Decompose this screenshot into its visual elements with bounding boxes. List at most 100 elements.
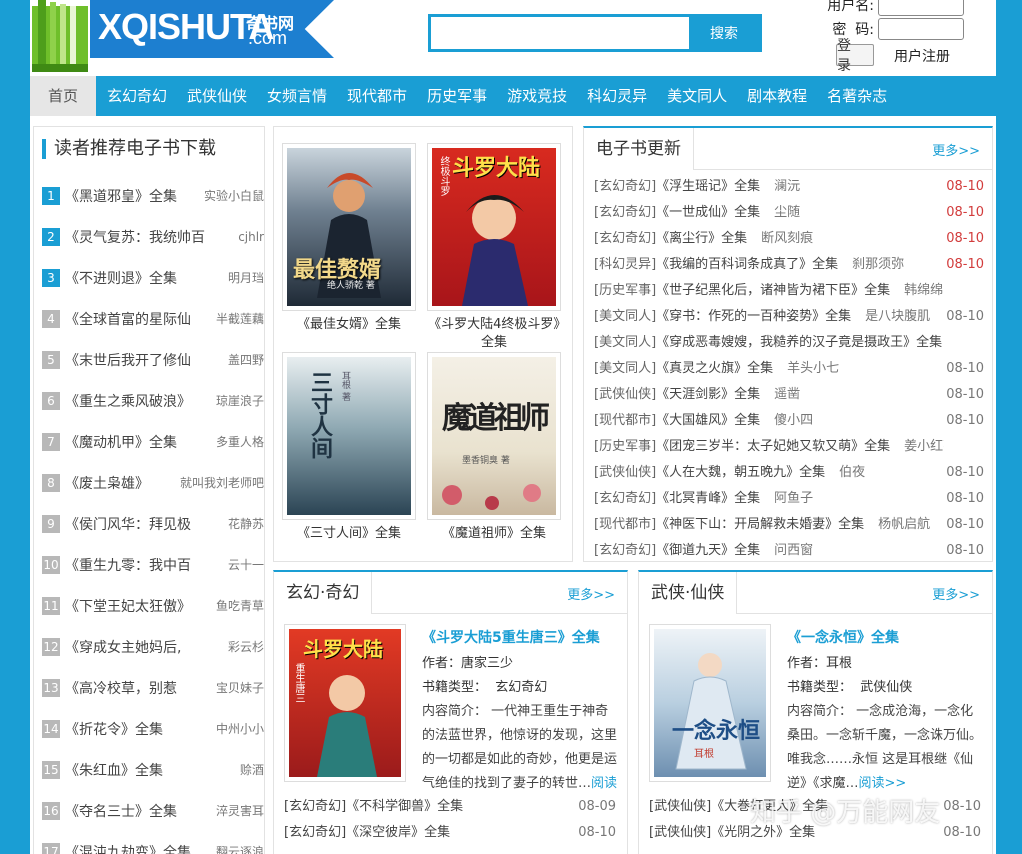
nav-item-dushi[interactable]: 现代都市: [336, 76, 416, 116]
category-tag[interactable]: [美文同人]: [594, 330, 656, 356]
list-item[interactable]: [美文同人] 《穿书：作死的一百种姿势》全集 是八块腹肌 08-10: [594, 304, 984, 330]
category-tag[interactable]: [玄幻奇幻]: [594, 200, 656, 226]
nav-item-nvpin[interactable]: 女频言情: [256, 76, 336, 116]
category-tag[interactable]: [现代都市]: [594, 512, 656, 538]
list-item[interactable]: [美文同人] 《穿成恶毒嫂嫂，我糙养的汉子竟是摄政王》全集: [594, 330, 984, 356]
book-title[interactable]: 《夺名三士》全集: [65, 801, 212, 821]
book-title[interactable]: 《御道九天》全集: [656, 538, 760, 564]
login-button[interactable]: 登 录: [836, 38, 874, 74]
book-title[interactable]: 《魔动机甲》全集: [65, 432, 212, 452]
book-title[interactable]: 《人在大魏，朝五晚九》全集: [656, 460, 825, 486]
category-tag[interactable]: [科幻灵异]: [594, 252, 656, 278]
list-item[interactable]: [现代都市] 《神医下山：开局解救未婚妻》全集 杨帆启航 08-10: [594, 512, 984, 538]
nav-item-kehuan[interactable]: 科幻灵异: [576, 76, 656, 116]
book-title[interactable]: 《侯门风华：拜见极: [65, 514, 224, 534]
list-item[interactable]: [美文同人] 《真灵之火旗》全集 羊头小七 08-10: [594, 356, 984, 382]
book-title[interactable]: 《北冥青峰》全集: [656, 486, 760, 512]
list-item[interactable]: 10 《重生九零：我中百 云十一: [42, 544, 264, 585]
list-item[interactable]: 4 《全球首富的星际仙 半截莲藕: [42, 298, 264, 339]
category-tag[interactable]: [玄幻奇幻]: [594, 174, 656, 200]
list-item[interactable]: [玄幻奇幻]《不科学御兽》全集 08-09: [284, 794, 616, 820]
cover-card[interactable]: 三寸人间 耳根 著 《三寸人间》全集: [282, 352, 416, 543]
category-tag[interactable]: [武侠仙侠]: [594, 382, 656, 408]
list-item[interactable]: 16 《夺名三士》全集 淬灵害耳: [42, 790, 264, 831]
cover-caption[interactable]: 《最佳女婿》全集: [282, 316, 416, 334]
search-button[interactable]: 搜索: [689, 17, 759, 49]
book-title[interactable]: 《末世后我开了修仙: [65, 350, 224, 370]
list-item[interactable]: 6 《重生之乘风破浪》 琼崖浪子: [42, 380, 264, 421]
category-tag[interactable]: [历史军事]: [594, 434, 656, 460]
book-title[interactable]: 《穿书：作死的一百种姿势》全集: [656, 304, 851, 330]
list-item[interactable]: 7 《魔动机甲》全集 多重人格: [42, 421, 264, 462]
read-link[interactable]: 阅读>>: [859, 776, 907, 791]
nav-item-home[interactable]: 首页: [30, 76, 96, 116]
list-item[interactable]: 12 《穿成女主她妈后, 彩云杉: [42, 626, 264, 667]
featured-book-title[interactable]: 《斗罗大陆5重生唐三》全集: [422, 626, 620, 650]
cover-card[interactable]: 斗罗大陆 终极斗罗 《斗罗大陆4终极斗罗》全集: [427, 143, 561, 352]
list-item[interactable]: 3 《不进则退》全集 明月珰: [42, 257, 264, 298]
cover-card[interactable]: 魔道祖师 墨香铜臭 著 《魔道祖师》全集: [427, 352, 561, 543]
list-item[interactable]: [历史军事] 《世子纪黑化后，诸神皆为裙下臣》全集 韩绵绵: [594, 278, 984, 304]
book-title[interactable]: 《真灵之火旗》全集: [656, 356, 773, 382]
list-item[interactable]: [玄幻奇幻] 《御道九天》全集 问西窗 08-10: [594, 538, 984, 564]
book-title[interactable]: 《混沌九劫变》全集: [65, 842, 212, 854]
list-item[interactable]: [玄幻奇幻] 《浮生瑶记》全集 澜沅 08-10: [594, 174, 984, 200]
book-title[interactable]: 《神医下山：开局解救未婚妻》全集: [656, 512, 864, 538]
list-item[interactable]: 14 《折花令》全集 中州小小: [42, 708, 264, 749]
book-title[interactable]: 《朱红血》全集: [65, 760, 236, 780]
category-tag[interactable]: [历史军事]: [594, 278, 656, 304]
xuanhuan-featured-cover[interactable]: 斗罗大陆 重生唐三: [284, 624, 406, 782]
book-title[interactable]: 《离尘行》全集: [656, 226, 747, 252]
list-item[interactable]: [玄幻奇幻]《深空彼岸》全集 08-10: [284, 820, 616, 846]
book-title[interactable]: 《折花令》全集: [65, 719, 212, 739]
xuanhuan-more-link[interactable]: 更多>>: [567, 584, 615, 603]
category-tag[interactable]: [美文同人]: [594, 356, 656, 382]
nav-item-youxi[interactable]: 游戏竞技: [496, 76, 576, 116]
list-item[interactable]: 5 《末世后我开了修仙 盖四野: [42, 339, 264, 380]
book-title[interactable]: 《黑道邪皇》全集: [65, 186, 200, 206]
book-title[interactable]: 《不进则退》全集: [65, 268, 224, 288]
featured-book-title[interactable]: 《一念永恒》全集: [787, 626, 985, 650]
list-item[interactable]: [科幻灵异] 《我编的百科词条成真了》全集 刹那须弥 08-10: [594, 252, 984, 278]
book-title[interactable]: 《全球首富的星际仙: [65, 309, 212, 329]
list-item[interactable]: [武侠仙侠] 《人在大魏，朝五晚九》全集 伯夜 08-10: [594, 460, 984, 486]
book-title[interactable]: 《浮生瑶记》全集: [656, 174, 760, 200]
cover-caption[interactable]: 《魔道祖师》全集: [427, 525, 561, 543]
book-title[interactable]: 《重生之乘风破浪》: [65, 391, 212, 411]
book-title[interactable]: 《我编的百科词条成真了》全集: [656, 252, 838, 278]
list-item[interactable]: 1 《黑道邪皇》全集 实验小白鼠: [42, 175, 264, 216]
list-item[interactable]: 13 《高冷校草，别惹 宝贝妹子: [42, 667, 264, 708]
nav-item-juben[interactable]: 剧本教程: [736, 76, 816, 116]
list-item[interactable]: [现代都市] 《大国雄风》全集 傻小四 08-10: [594, 408, 984, 434]
nav-item-tongren[interactable]: 美文同人: [656, 76, 736, 116]
book-title[interactable]: 《高冷校草，别惹: [65, 678, 212, 698]
cover-caption[interactable]: 《斗罗大陆4终极斗罗》全集: [427, 316, 561, 352]
book-title[interactable]: 《团宠三岁半：太子妃她又软又萌》全集: [656, 434, 890, 460]
read-link[interactable]: 阅读: [591, 776, 617, 791]
list-item[interactable]: 8 《废土枭雄》 就叫我刘老师吧: [42, 462, 264, 503]
nav-item-wuxia[interactable]: 武侠仙侠: [176, 76, 256, 116]
list-item[interactable]: [玄幻奇幻] 《离尘行》全集 断风刻痕 08-10: [594, 226, 984, 252]
book-title[interactable]: 《天涯剑影》全集: [656, 382, 760, 408]
password-input[interactable]: [878, 18, 964, 40]
book-title[interactable]: 《世子纪黑化后，诸神皆为裙下臣》全集: [656, 278, 890, 304]
nav-item-xuanhuan[interactable]: 玄幻奇幻: [96, 76, 176, 116]
book-title[interactable]: 《一世成仙》全集: [656, 200, 760, 226]
register-link[interactable]: 用户注册: [894, 46, 950, 66]
category-tag[interactable]: [武侠仙侠]: [594, 460, 656, 486]
wuxia-more-link[interactable]: 更多>>: [932, 584, 980, 603]
category-tag[interactable]: [玄幻奇幻]: [594, 486, 656, 512]
list-item[interactable]: 17 《混沌九劫变》全集 翻云逐浪: [42, 831, 264, 854]
nav-item-mingzhu[interactable]: 名著杂志: [816, 76, 896, 116]
book-title[interactable]: [玄幻奇幻]《不科学御兽》全集: [284, 794, 578, 820]
username-input[interactable]: [878, 0, 964, 16]
book-title[interactable]: 《灵气复苏：我统帅百: [65, 227, 234, 247]
book-title[interactable]: 《穿成女主她妈后,: [65, 637, 224, 657]
book-title[interactable]: 《重生九零：我中百: [65, 555, 224, 575]
list-item[interactable]: 9 《侯门风华：拜见极 花静苏: [42, 503, 264, 544]
nav-item-lishi[interactable]: 历史军事: [416, 76, 496, 116]
category-tag[interactable]: [玄幻奇幻]: [594, 226, 656, 252]
site-logo[interactable]: XQISHUTA 奇书网 .com: [32, 0, 334, 72]
cover-card[interactable]: 最佳赘婿 绝人骄乾 著 《最佳女婿》全集: [282, 143, 416, 334]
list-item[interactable]: [历史军事]《团宠三岁半：太子妃她又软又萌》全集姜小红花: [594, 434, 984, 460]
